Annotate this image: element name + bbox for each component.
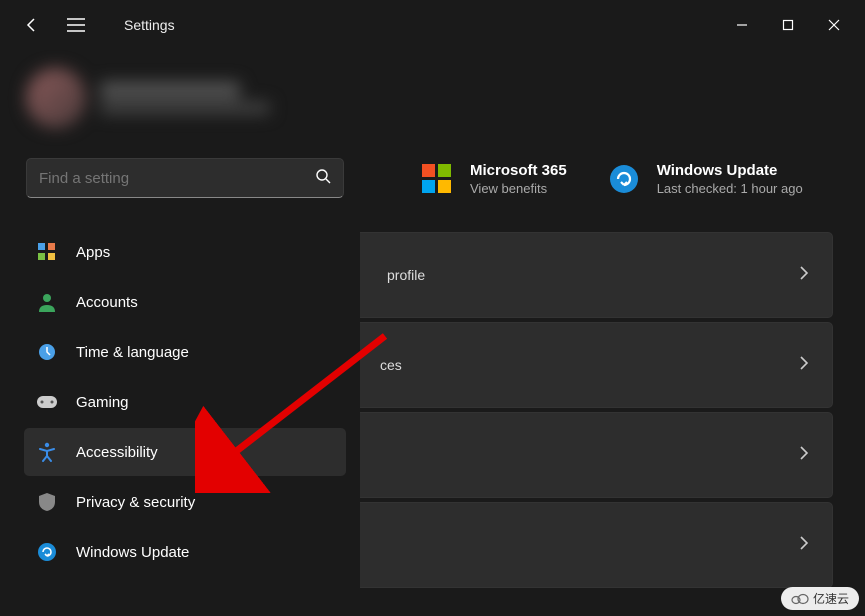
update-icon bbox=[607, 162, 641, 196]
promo-windows-update[interactable]: Windows Update Last checked: 1 hour ago bbox=[607, 162, 803, 196]
nav-list: Apps Accounts Time & language Gaming Acc… bbox=[18, 226, 352, 616]
back-button[interactable] bbox=[20, 13, 44, 37]
promo-title: Windows Update bbox=[657, 162, 803, 179]
chevron-right-icon bbox=[798, 535, 810, 556]
watermark: 亿速云 bbox=[781, 587, 859, 610]
chevron-right-icon bbox=[798, 265, 810, 286]
settings-card[interactable]: xces bbox=[360, 322, 833, 408]
menu-button[interactable] bbox=[64, 13, 88, 37]
sidebar-item-label: Accessibility bbox=[76, 444, 158, 461]
time-language-icon bbox=[36, 341, 58, 363]
avatar bbox=[26, 68, 86, 128]
promo-microsoft365[interactable]: Microsoft 365 View benefits bbox=[420, 162, 567, 196]
sidebar-item-time-language[interactable]: Time & language bbox=[24, 328, 346, 376]
sidebar-item-label: Apps bbox=[76, 244, 110, 261]
maximize-button[interactable] bbox=[765, 9, 811, 41]
accessibility-icon bbox=[36, 441, 58, 463]
window-controls bbox=[719, 9, 857, 41]
sidebar-item-apps[interactable]: Apps bbox=[24, 228, 346, 276]
settings-card[interactable]: xxprofile bbox=[360, 232, 833, 318]
card-text: xces bbox=[373, 357, 402, 373]
sidebar-item-label: Time & language bbox=[76, 344, 189, 361]
search-icon[interactable] bbox=[315, 168, 331, 189]
promo-title: Microsoft 365 bbox=[470, 162, 567, 179]
update-icon bbox=[36, 541, 58, 563]
main-content: Microsoft 365 View benefits Windows Upda… bbox=[360, 50, 865, 616]
microsoft-logo-icon bbox=[420, 162, 454, 196]
minimize-button[interactable] bbox=[719, 9, 765, 41]
sidebar-item-accounts[interactable]: Accounts bbox=[24, 278, 346, 326]
profile-email bbox=[100, 102, 270, 114]
profile-name bbox=[100, 82, 240, 98]
privacy-icon bbox=[36, 491, 58, 513]
search-box[interactable] bbox=[26, 158, 344, 198]
sidebar: Apps Accounts Time & language Gaming Acc… bbox=[0, 50, 360, 616]
promo-subtitle: Last checked: 1 hour ago bbox=[657, 181, 803, 196]
sidebar-item-label: Accounts bbox=[76, 294, 138, 311]
sidebar-item-label: Privacy & security bbox=[76, 494, 195, 511]
chevron-right-icon bbox=[798, 355, 810, 376]
profile-block[interactable] bbox=[18, 50, 352, 158]
apps-icon bbox=[36, 241, 58, 263]
promo-subtitle: View benefits bbox=[470, 181, 567, 196]
app-title: Settings bbox=[124, 17, 175, 33]
gaming-icon bbox=[36, 391, 58, 413]
sidebar-item-accessibility[interactable]: Accessibility bbox=[24, 428, 346, 476]
settings-card[interactable] bbox=[360, 502, 833, 588]
close-button[interactable] bbox=[811, 9, 857, 41]
sidebar-item-privacy[interactable]: Privacy & security bbox=[24, 478, 346, 526]
sidebar-item-label: Windows Update bbox=[76, 544, 189, 561]
sidebar-item-gaming[interactable]: Gaming bbox=[24, 378, 346, 426]
card-text: xxprofile bbox=[373, 267, 425, 283]
sidebar-item-label: Gaming bbox=[76, 394, 129, 411]
accounts-icon bbox=[36, 291, 58, 313]
search-input[interactable] bbox=[39, 170, 315, 187]
titlebar: Settings bbox=[0, 0, 865, 50]
settings-card[interactable] bbox=[360, 412, 833, 498]
chevron-right-icon bbox=[798, 445, 810, 466]
sidebar-item-windows-update[interactable]: Windows Update bbox=[24, 528, 346, 576]
